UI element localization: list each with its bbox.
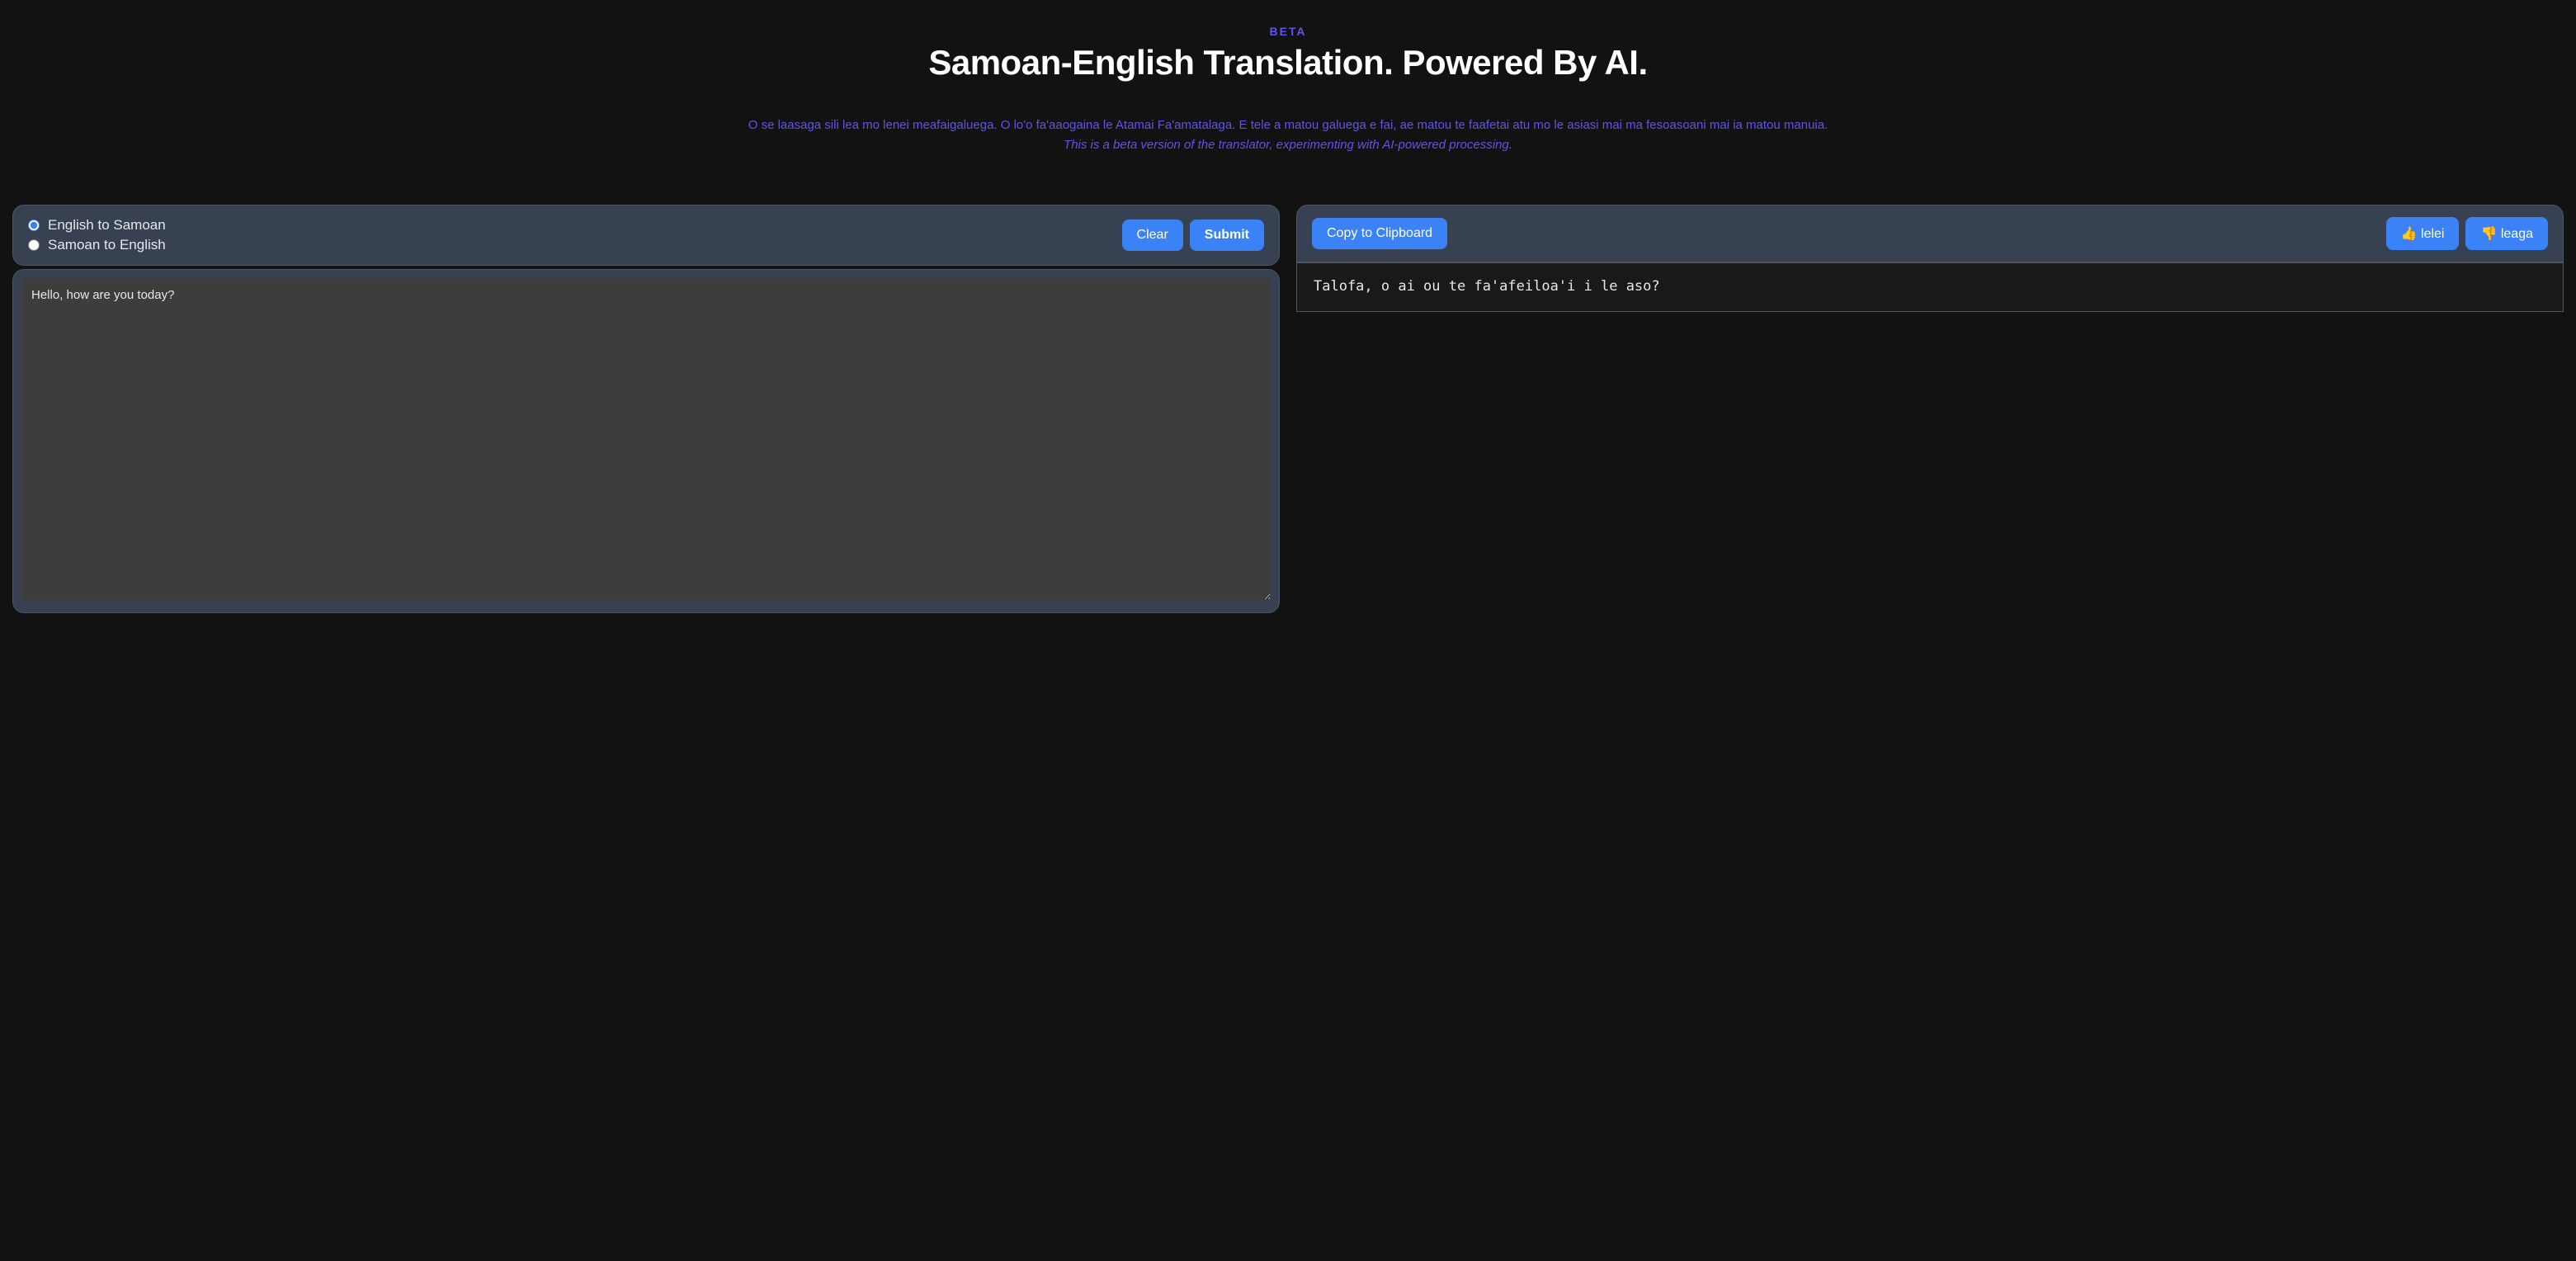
subtitle-english: This is a beta version of the translator…: [12, 135, 2564, 155]
input-controls-card: English to Samoan Samoan to English Clea…: [12, 205, 1280, 266]
submit-button[interactable]: Submit: [1190, 220, 1264, 251]
copy-to-clipboard-button[interactable]: Copy to Clipboard: [1312, 218, 1447, 249]
input-textarea-wrap: Hello, how are you today?: [12, 269, 1280, 613]
radio-samoan-to-english[interactable]: Samoan to English: [28, 237, 166, 253]
direction-radio-group: English to Samoan Samoan to English: [28, 217, 166, 253]
radio-english-to-samoan-input[interactable]: [28, 220, 40, 231]
output-panel: Copy to Clipboard 👍 lelei 👎 leaga Talofa…: [1296, 205, 2564, 312]
radio-english-to-samoan[interactable]: English to Samoan: [28, 217, 166, 234]
source-text-input[interactable]: Hello, how are you today?: [21, 278, 1271, 600]
input-panel: English to Samoan Samoan to English Clea…: [12, 205, 1280, 613]
clear-button[interactable]: Clear: [1122, 220, 1183, 251]
feedback-bad-button[interactable]: 👎 leaga: [2465, 217, 2548, 250]
radio-english-to-samoan-label: English to Samoan: [48, 217, 166, 234]
page-title: Samoan-English Translation. Powered By A…: [12, 43, 2564, 83]
feedback-good-button[interactable]: 👍 lelei: [2386, 217, 2460, 250]
translation-output: Talofa, o ai ou te fa'afeiloa'i i le aso…: [1296, 262, 2564, 312]
subtitle-samoan: O se laasaga sili lea mo lenei meafaigal…: [12, 116, 2564, 135]
panels-container: English to Samoan Samoan to English Clea…: [12, 205, 2564, 613]
output-left-buttons: Copy to Clipboard: [1312, 218, 1447, 249]
radio-samoan-to-english-label: Samoan to English: [48, 237, 166, 253]
header: BETA Samoan-English Translation. Powered…: [12, 25, 2564, 155]
beta-badge: BETA: [12, 25, 2564, 38]
output-controls-card: Copy to Clipboard 👍 lelei 👎 leaga: [1296, 205, 2564, 262]
input-button-group: Clear Submit: [1122, 220, 1264, 251]
radio-samoan-to-english-input[interactable]: [28, 239, 40, 251]
feedback-button-group: 👍 lelei 👎 leaga: [2386, 217, 2548, 250]
